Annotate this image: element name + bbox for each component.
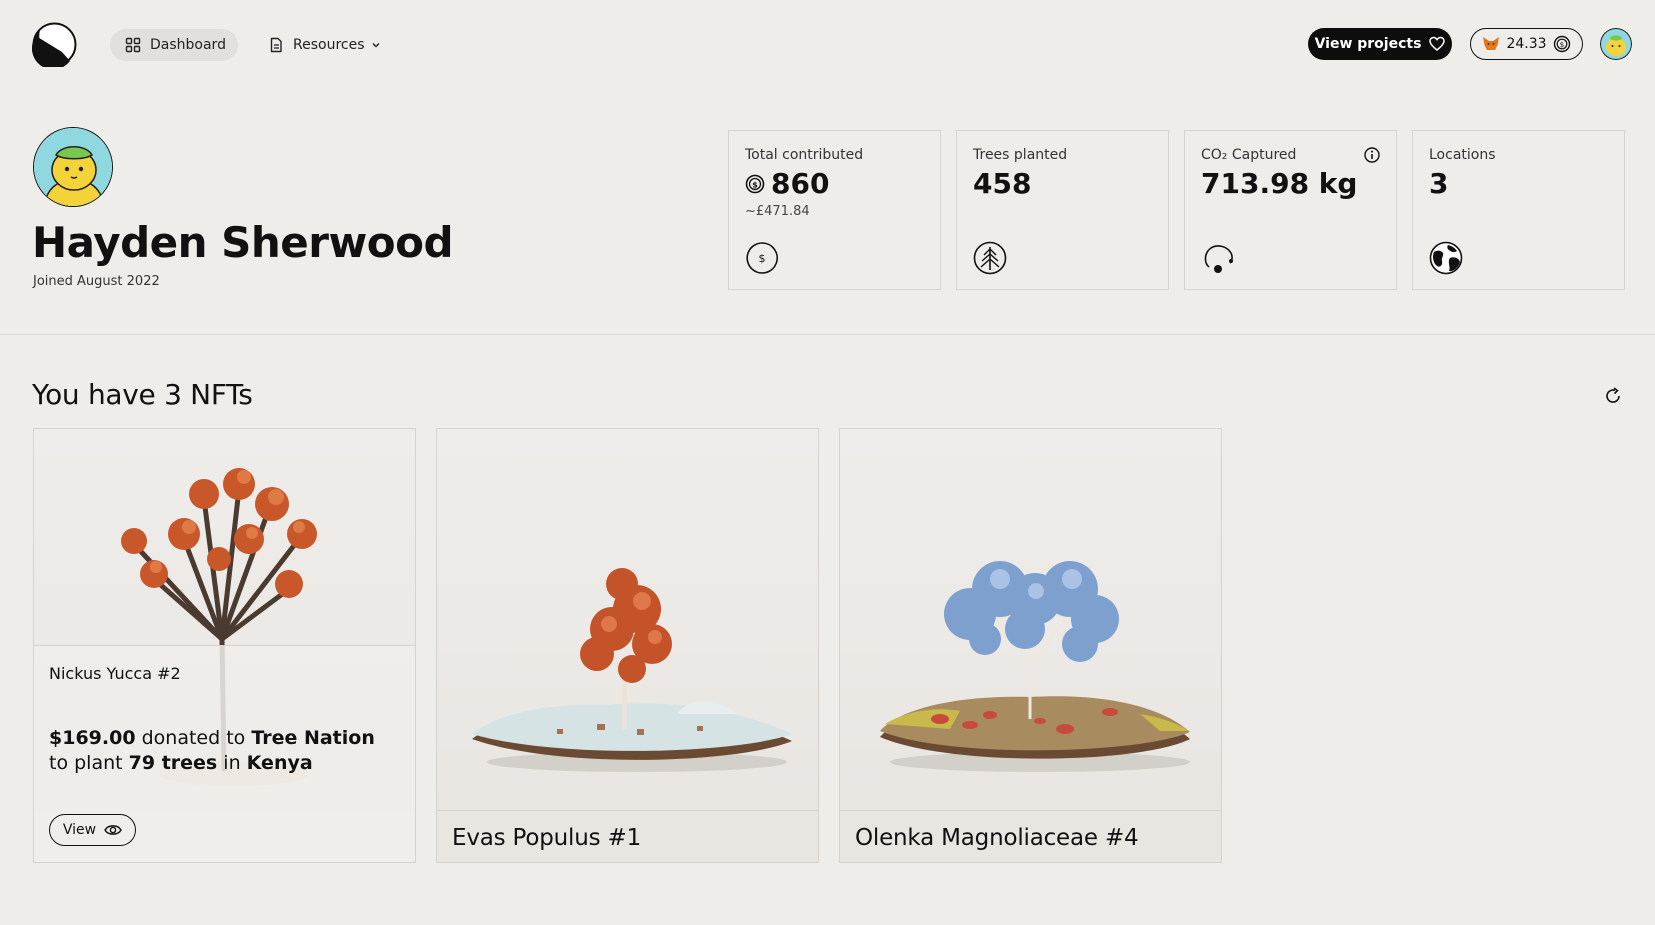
section-divider xyxy=(0,334,1655,335)
stat-card-locations: Locations 3 xyxy=(1412,130,1625,290)
populus-tree-illustration xyxy=(472,568,792,772)
donation-amount: $169.00 xyxy=(49,727,136,749)
grid-icon xyxy=(125,37,141,53)
profile-joined-date: Joined August 2022 xyxy=(33,274,160,289)
fox-wallet-icon xyxy=(1483,37,1500,50)
avatar-icon xyxy=(34,128,112,206)
stat-label: Total contributed xyxy=(745,147,864,163)
nft-name: Evas Populus #1 xyxy=(452,825,641,851)
nft-name: Nickus Yucca #2 xyxy=(49,664,181,683)
co2-cloud-icon xyxy=(1204,245,1233,273)
refresh-icon[interactable] xyxy=(1603,386,1623,406)
user-avatar-button[interactable] xyxy=(1600,28,1632,60)
svg-text:$: $ xyxy=(1559,41,1563,49)
stat-value: 713.98 kg xyxy=(1201,167,1358,200)
tree-icon xyxy=(973,241,1007,275)
document-icon xyxy=(270,37,282,53)
stat-label: Trees planted xyxy=(973,147,1068,163)
view-projects-button[interactable]: View projects xyxy=(1308,28,1452,60)
nft-card[interactable]: Olenka Magnoliaceae #4 xyxy=(839,428,1222,863)
nav-dashboard[interactable]: Dashboard xyxy=(110,29,238,61)
stat-value: 3 xyxy=(1429,167,1449,200)
stat-card-co2-captured: CO₂ Captured 713.98 kg xyxy=(1184,130,1397,290)
donation-org: Tree Nation xyxy=(251,727,375,749)
logo-icon[interactable] xyxy=(32,22,77,67)
stat-card-total-contributed: Total contributed $ 860 ~£471.84 $ xyxy=(728,130,941,290)
donation-trees: 79 trees xyxy=(128,752,218,774)
donation-text: to xyxy=(49,752,69,774)
globe-icon xyxy=(1429,241,1463,275)
nav-dashboard-label: Dashboard xyxy=(150,37,226,53)
nft-donation-text: $169.00 donated to Tree Nation to plant … xyxy=(49,726,399,776)
token-coin-icon: $ xyxy=(745,174,765,193)
stat-card-trees-planted: Trees planted 458 xyxy=(956,130,1169,290)
info-icon[interactable] xyxy=(1364,147,1380,163)
view-nft-button[interactable]: View xyxy=(49,814,136,846)
nft-detail-panel: Nickus Yucca #2 $169.00 donated to Tree … xyxy=(34,645,415,862)
stat-value: 458 xyxy=(973,167,1032,200)
view-projects-label: View projects xyxy=(1314,36,1422,52)
profile-name: Hayden Sherwood xyxy=(32,218,454,267)
nft-footer: Olenka Magnoliaceae #4 xyxy=(840,810,1221,862)
wallet-balance-button[interactable]: 24.33 $ xyxy=(1470,28,1583,60)
heart-icon xyxy=(1429,36,1446,51)
nft-name: Olenka Magnoliaceae #4 xyxy=(855,825,1139,851)
stat-value: 860 xyxy=(771,167,830,200)
eye-icon xyxy=(104,825,122,835)
nav-resources-dropdown[interactable]: Resources xyxy=(266,29,396,61)
nft-card[interactable]: Nickus Yucca #2 $169.00 donated to Tree … xyxy=(33,428,416,863)
nfts-section-title: You have 3 NFTs xyxy=(32,378,253,411)
dollar-coin-icon: $ xyxy=(746,242,778,274)
stat-label: CO₂ Captured xyxy=(1201,147,1297,163)
donation-text: plant xyxy=(74,752,123,774)
magnolia-tree-illustration xyxy=(880,561,1190,772)
profile-avatar xyxy=(33,127,113,207)
stat-value-row: $ 860 xyxy=(745,167,829,200)
nav-resources-label: Resources xyxy=(293,37,365,53)
token-coin-icon: $ xyxy=(1553,35,1570,53)
top-nav: Dashboard Resources View projects 24.33 xyxy=(0,0,1655,88)
svg-text:$: $ xyxy=(752,180,758,189)
stat-label: Locations xyxy=(1429,147,1496,163)
view-button-label: View xyxy=(62,822,97,838)
nft-artwork xyxy=(437,429,818,811)
wallet-balance: 24.33 xyxy=(1506,36,1547,52)
donation-location: Kenya xyxy=(246,752,313,774)
svg-text:$: $ xyxy=(759,252,766,265)
stat-sub-value: ~£471.84 xyxy=(745,204,810,219)
nft-artwork xyxy=(840,429,1221,811)
donation-text: donated to xyxy=(141,727,246,749)
avatar-icon xyxy=(1600,28,1632,60)
donation-text: in xyxy=(223,752,241,774)
nft-footer: Evas Populus #1 xyxy=(437,810,818,862)
chevron-down-icon xyxy=(372,43,379,48)
nft-card[interactable]: Evas Populus #1 xyxy=(436,428,819,863)
